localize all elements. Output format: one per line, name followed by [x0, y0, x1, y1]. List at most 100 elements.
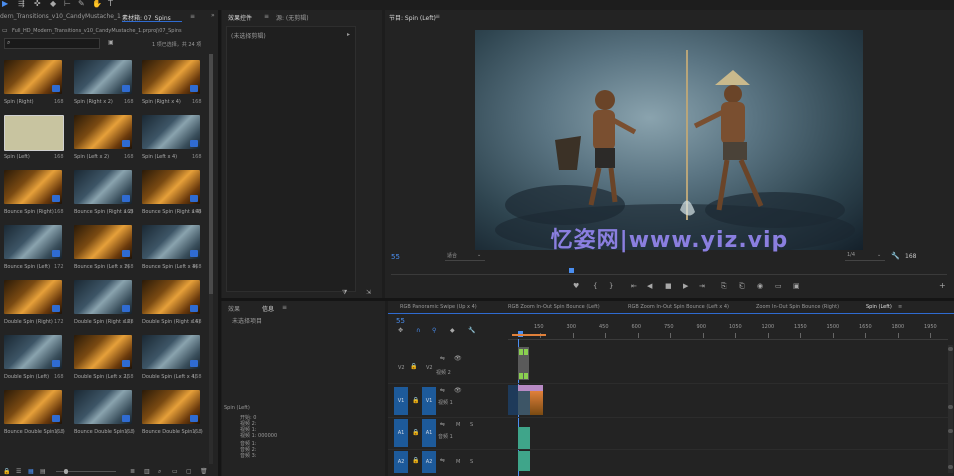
clip-thumbnail[interactable] [74, 115, 132, 149]
solo-button[interactable]: S [470, 422, 473, 428]
play-icon[interactable]: ▸ [347, 31, 350, 38]
export-icon[interactable]: ⇲ [366, 289, 371, 297]
zoom-dropdown[interactable]: 1/4 ⌄ [845, 252, 885, 261]
timeline-menu-icon[interactable]: ≡ [898, 304, 902, 310]
mark-out-icon[interactable]: } [609, 282, 613, 290]
freeform-view-icon[interactable]: ▤ [40, 468, 46, 476]
lock-icon[interactable]: 🔒 [412, 397, 419, 405]
clip-thumbnail[interactable] [74, 225, 132, 259]
effect-controls-menu-icon[interactable]: ≡ [264, 13, 269, 20]
mark-in-icon[interactable]: { [593, 282, 597, 290]
project-scrollbar[interactable] [209, 54, 213, 464]
clip-thumbnail[interactable] [4, 60, 62, 94]
type-tool-icon[interactable]: T [108, 0, 113, 8]
clip-thumbnail[interactable] [142, 335, 200, 369]
track-id-a1[interactable]: A1 [422, 419, 436, 447]
new-bin-icon[interactable]: ▣ [108, 39, 114, 47]
panel-divider[interactable] [221, 298, 954, 301]
sync-icon[interactable]: ⇋ [440, 421, 445, 429]
lock-icon[interactable]: 🔒 [412, 429, 419, 437]
timeline-tab[interactable]: RGB Panoramic Swipe (Up x 4) [400, 304, 477, 310]
lock-icon[interactable]: 🔒 [3, 468, 10, 476]
panel-menu-icon[interactable]: ≡ [190, 13, 195, 20]
clip-thumbnail[interactable] [4, 115, 64, 151]
playhead-marker[interactable] [569, 268, 574, 273]
search-input[interactable]: ⌕ [4, 38, 100, 49]
automate-icon[interactable]: ▥ [144, 468, 150, 476]
step-forward-icon[interactable]: ▶ [683, 282, 688, 290]
clip-thumbnail[interactable] [4, 280, 62, 314]
marker-icon[interactable]: ♥ [573, 282, 579, 290]
settings-wrench-icon[interactable]: 🔧 [468, 327, 475, 335]
eye-icon[interactable]: 👁 [454, 355, 462, 363]
clip-thumbnail[interactable] [74, 60, 132, 94]
clip-thumbnail[interactable] [4, 390, 62, 424]
track-target-v1[interactable]: V1 [394, 387, 408, 415]
expand-panels-icon[interactable]: » [211, 12, 215, 19]
timeline-scrollbar[interactable] [948, 345, 953, 473]
new-item-icon[interactable]: ▢ [186, 468, 192, 476]
find-icon[interactable]: ⌕ [158, 468, 161, 476]
program-tab[interactable]: 节目: Spin (Left) [389, 13, 436, 22]
lift-icon[interactable]: ⎘ [721, 282, 727, 290]
clip-thumbnail[interactable] [74, 335, 132, 369]
extract-icon[interactable]: ⎗ [739, 282, 745, 290]
timeline-tab[interactable]: RGB Zoom In-Out Spin Bounce (Left) [508, 304, 600, 310]
work-area-bar[interactable] [512, 334, 546, 336]
clip-v1-c[interactable] [530, 385, 543, 415]
program-menu-icon[interactable]: ≡ [435, 13, 440, 20]
track-target-a2[interactable]: A2 [394, 451, 408, 473]
razor-icon[interactable]: ◆ [50, 0, 56, 8]
icon-view-icon[interactable]: ▦ [28, 468, 34, 476]
clip-thumbnail[interactable] [142, 390, 200, 424]
clip-thumbnail[interactable] [142, 170, 200, 204]
project-tab[interactable]: dern_Transitions_v10_CandyMustache_1 [0, 13, 121, 20]
source-tab[interactable]: 源: (无剪辑) [276, 13, 309, 22]
track-target-label[interactable]: V2 [398, 365, 405, 371]
sync-icon[interactable]: ⇋ [440, 355, 445, 363]
zoom-slider[interactable] [56, 469, 116, 474]
track-select-icon[interactable]: ⇶ [18, 0, 25, 8]
go-to-out-icon[interactable]: ⇥ [699, 282, 705, 290]
add-marker-icon[interactable]: ◆ [450, 327, 455, 335]
clip-v1-b[interactable] [518, 385, 530, 415]
clip-thumbnail[interactable] [74, 390, 132, 424]
snap-icon[interactable]: ✥ [398, 327, 403, 335]
new-folder-icon[interactable]: ▭ [172, 468, 178, 476]
sort-icon[interactable]: ≣ [130, 468, 135, 476]
clip-a2[interactable] [518, 451, 530, 471]
timeline-tab-active[interactable]: Spin (Left) [866, 304, 892, 310]
timeline-ruler[interactable]: 150 300 450 600 750 900 1050 1200 1350 1500 1650 18… [508, 323, 948, 340]
mute-button[interactable]: M [456, 422, 460, 428]
clip-v2[interactable] [518, 347, 529, 380]
clip-thumbnail[interactable] [74, 170, 132, 204]
clip-v1-a[interactable] [508, 385, 518, 415]
list-view-icon[interactable]: ☰ [16, 468, 21, 476]
pen-tool-icon[interactable]: ✎ [78, 0, 85, 8]
clip-thumbnail[interactable] [142, 60, 200, 94]
lock-icon[interactable]: 🔒 [412, 457, 419, 465]
track-id-a2[interactable]: A2 [422, 451, 436, 473]
trash-icon[interactable]: 🗑 [200, 468, 208, 476]
sync-icon[interactable]: ⇋ [440, 387, 445, 395]
ripple-edit-icon[interactable]: ✜ [34, 0, 41, 8]
clip-thumbnail[interactable] [4, 170, 62, 204]
clip-thumbnail[interactable] [142, 280, 200, 314]
effect-controls-tab[interactable]: 效果控件 [228, 13, 252, 22]
timeline-tab[interactable]: RGB Zoom In-Out Spin Bounce (Left x 4) [628, 304, 729, 310]
clip-thumbnail[interactable] [4, 335, 62, 369]
add-button-icon[interactable]: + [939, 282, 946, 290]
mute-button[interactable]: M [456, 459, 460, 465]
clip-thumbnail[interactable] [142, 115, 200, 149]
panel-divider[interactable] [218, 10, 221, 476]
linked-icon[interactable]: ⚲ [432, 327, 436, 335]
fit-dropdown[interactable]: 适合 ⌄ [445, 252, 485, 261]
info-tab[interactable]: 信息 [262, 304, 274, 313]
step-back-icon[interactable]: ◀ [647, 282, 652, 290]
go-to-in-icon[interactable]: ⇤ [631, 282, 637, 290]
solo-button[interactable]: S [470, 459, 473, 465]
clip-thumbnail[interactable] [74, 280, 132, 314]
selection-tool-icon[interactable]: ▶ [2, 0, 8, 8]
timeline-timecode[interactable]: 55 [396, 317, 405, 325]
clip-thumbnail[interactable] [142, 225, 200, 259]
